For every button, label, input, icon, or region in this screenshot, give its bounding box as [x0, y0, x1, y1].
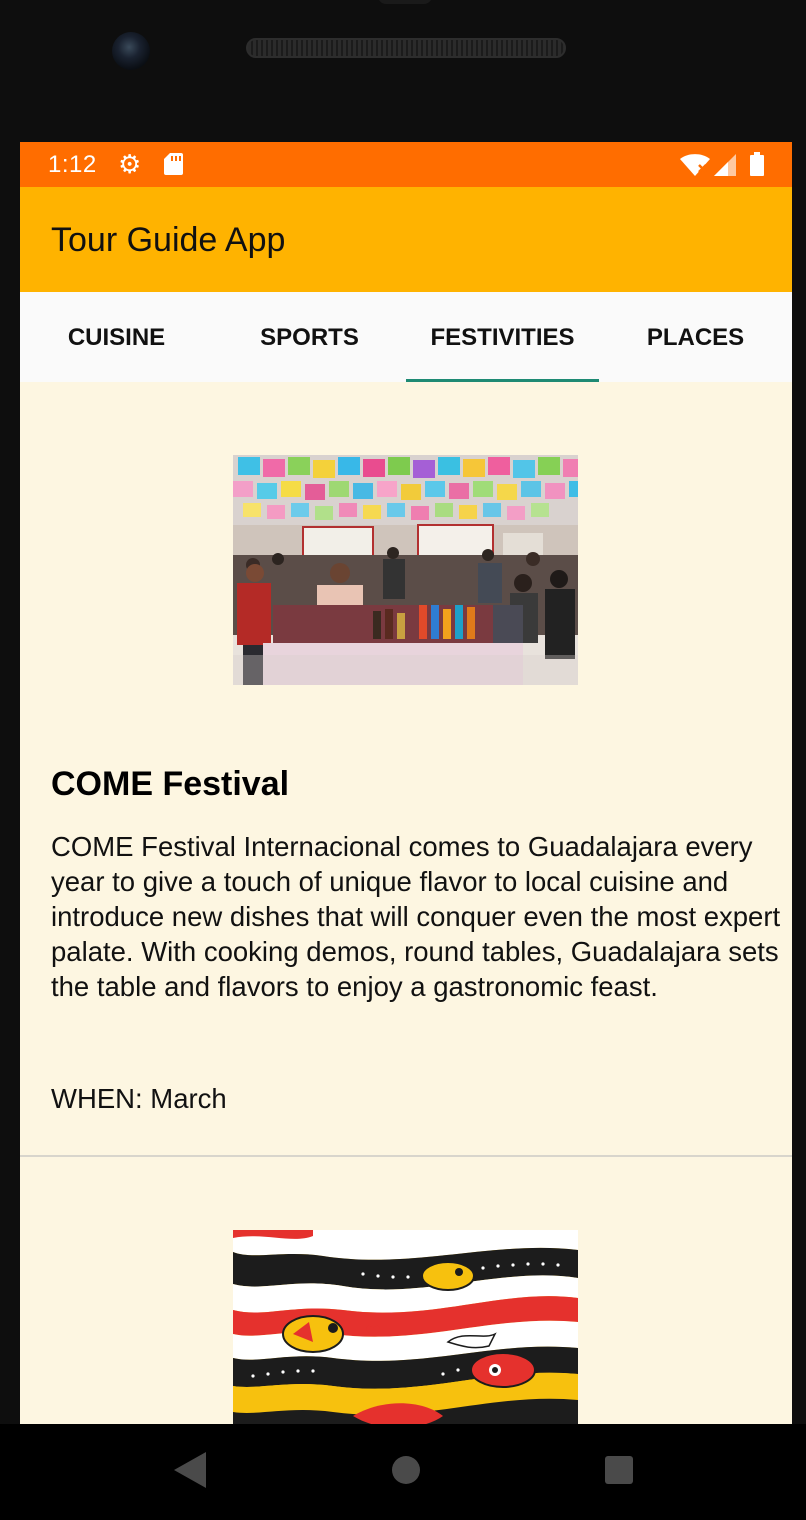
phone-frame: 1:12 ⚙ Tour Guide App CUISINE SPORTS FES…	[0, 0, 806, 1520]
sd-card-icon	[164, 153, 183, 175]
recents-icon[interactable]	[605, 1456, 633, 1484]
tab-bar: CUISINE SPORTS FESTIVITIES PLACES	[20, 292, 792, 382]
status-time: 1:12	[48, 151, 97, 178]
wifi-icon	[680, 154, 710, 176]
festival-market-photo	[233, 455, 578, 685]
screen: 1:12 ⚙ Tour Guide App CUISINE SPORTS FES…	[20, 142, 792, 1424]
home-icon[interactable]	[392, 1456, 420, 1484]
card-description: COME Festival Internacional comes to Gua…	[51, 831, 781, 1002]
battery-icon	[750, 152, 764, 176]
tab-festivities[interactable]: FESTIVITIES	[406, 292, 599, 382]
colorful-folk-art-illustration	[233, 1230, 578, 1424]
app-title: Tour Guide App	[51, 221, 286, 259]
earpiece-speaker	[246, 38, 566, 58]
front-camera	[112, 32, 150, 70]
top-notch	[378, 0, 432, 4]
card-title: COME Festival	[51, 765, 290, 803]
tab-places[interactable]: PLACES	[599, 292, 792, 382]
app-bar: Tour Guide App	[20, 187, 792, 292]
list-divider	[20, 1155, 792, 1157]
signal-icon	[714, 154, 736, 176]
system-nav-bar	[0, 1424, 806, 1520]
gear-icon: ⚙	[118, 149, 142, 179]
tab-cuisine[interactable]: CUISINE	[20, 292, 213, 382]
status-bar: 1:12 ⚙	[20, 142, 792, 187]
back-icon[interactable]	[174, 1452, 206, 1488]
tab-sports[interactable]: SPORTS	[213, 292, 406, 382]
card-when: WHEN: March	[51, 1083, 227, 1114]
